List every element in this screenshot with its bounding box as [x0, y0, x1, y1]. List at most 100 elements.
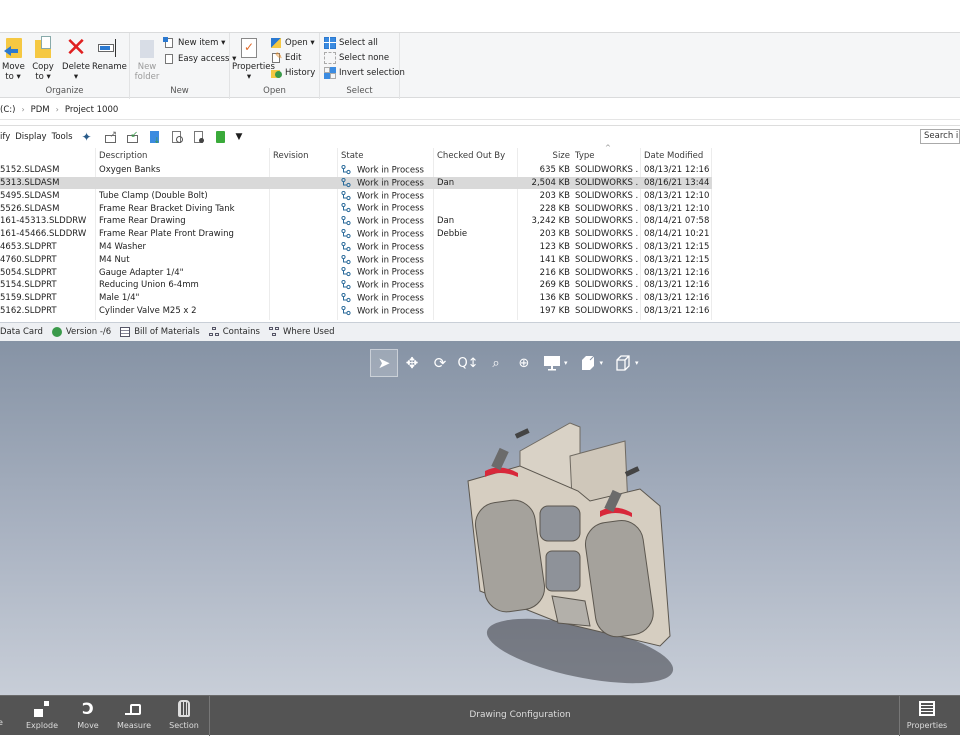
- move-to-button[interactable]: Move to ▾: [2, 36, 25, 82]
- preview-icon[interactable]: [192, 130, 206, 144]
- search-input[interactable]: Search in: [920, 129, 960, 144]
- rotate-tool-button[interactable]: ⟳: [426, 349, 454, 377]
- file-state: Work in Process: [341, 190, 433, 201]
- table-row[interactable]: 5495.SLDASM Tube Clamp (Double Bolt) Work …: [0, 190, 712, 203]
- file-name: 161-45313.SLDDRW: [0, 216, 87, 227]
- properties-panel-button[interactable]: Properties: [902, 700, 952, 730]
- check-out-icon[interactable]: ↗: [104, 130, 118, 144]
- menu-display[interactable]: Display: [15, 132, 46, 142]
- delete-button[interactable]: ✕ Delete ▾: [62, 35, 90, 82]
- zoom-fit-icon: ⊕: [518, 355, 530, 371]
- group-label-organize: Organize: [45, 86, 84, 96]
- file-size: 203 KB: [539, 229, 570, 240]
- table-row[interactable]: 4653.SLDPRT M4 Washer Work in Process 123 K…: [0, 241, 712, 254]
- toolbar-overflow-icon[interactable]: ▼: [236, 130, 250, 144]
- table-row[interactable]: 161-45466.SLDDRW Frame Rear Plate Front D…: [0, 228, 712, 241]
- workflow-state-icon: [341, 229, 351, 239]
- rename-label: Rename: [92, 62, 127, 72]
- properties-panel-label: Properties: [906, 721, 948, 730]
- 3d-viewer[interactable]: ➤ ✥ ⟳ Q↕ ⌕ ⊕ ▾ ▾ ▾: [0, 341, 960, 696]
- zoom-icon: Q↕: [457, 355, 479, 371]
- properties-dropdown: ▾: [246, 72, 252, 82]
- rotate-icon: ⟳: [433, 354, 447, 372]
- select-tool-button[interactable]: ➤: [370, 349, 398, 377]
- group-label-new: New: [170, 86, 189, 96]
- change-state-icon[interactable]: [214, 130, 228, 144]
- open-button[interactable]: Open ▾: [270, 36, 315, 50]
- table-row[interactable]: 5526.SLDASM Frame Rear Bracket Diving Tan…: [0, 202, 712, 215]
- select-none-button[interactable]: Select none: [324, 51, 389, 65]
- file-name: 5313.SLDASM: [0, 178, 60, 189]
- new-item-button[interactable]: New item ▾: [163, 36, 225, 50]
- zoom-fit-button[interactable]: ⊕: [510, 349, 538, 377]
- breadcrumb-pdm[interactable]: PDM: [31, 105, 50, 115]
- zoom-tool-button[interactable]: Q↕: [454, 349, 482, 377]
- copy-to-button[interactable]: Copy to ▾: [30, 36, 56, 82]
- table-row[interactable]: 5162.SLDPRT Cylinder Valve M25 x 2 Work in…: [0, 305, 712, 318]
- table-row[interactable]: 5154.SLDPRT Reducing Union 6-4mm Work in P…: [0, 279, 712, 292]
- view-orientation-button[interactable]: [609, 349, 637, 377]
- table-row[interactable]: 5159.SLDPRT Male 1/4" Work in Process 136 K…: [0, 292, 712, 305]
- properties-label: Properties: [232, 62, 275, 72]
- table-row[interactable]: 5152.SLDASM Oxygen Banks Work in Process 63…: [0, 164, 712, 177]
- configuration-name[interactable]: Drawing Configuration: [0, 710, 900, 720]
- menu-modify[interactable]: ify: [0, 132, 10, 142]
- column-header-description[interactable]: Description: [99, 151, 269, 161]
- table-row[interactable]: 161-45313.SLDDRW Frame Rear Drawing Work i…: [0, 215, 712, 228]
- new-folder-button[interactable]: New folder: [134, 36, 160, 82]
- file-type: SOLIDWORKS ...: [575, 267, 639, 278]
- table-row[interactable]: 5054.SLDPRT Gauge Adapter 1/4" Work in Pro…: [0, 266, 712, 279]
- select-all-button[interactable]: Select all: [324, 36, 378, 50]
- table-row[interactable]: 4760.SLDPRT M4 Nut Work in Process 141 KB SO…: [0, 254, 712, 267]
- new-folder-icon: [136, 36, 158, 60]
- table-row[interactable]: 5313.SLDASM Work in Process Dan 2,504 KB SOL…: [0, 176, 712, 190]
- properties-button[interactable]: ✓ Properties ▾: [232, 36, 275, 82]
- rename-button[interactable]: Rename: [92, 36, 127, 72]
- invert-selection-button[interactable]: Invert selection: [324, 66, 405, 80]
- section-label: Section: [169, 721, 199, 730]
- breadcrumb-project[interactable]: Project 1000: [65, 105, 118, 115]
- column-header-date-modified[interactable]: Date Modified: [644, 151, 710, 161]
- column-header-type[interactable]: Type: [575, 151, 639, 161]
- check-in-icon[interactable]: ↙: [126, 130, 140, 144]
- ribbon-group-select: Select all Select none Invert selection …: [320, 33, 405, 99]
- column-header-checked-out-by[interactable]: Checked Out By: [437, 151, 517, 161]
- move-label: Move: [77, 721, 99, 730]
- state-label: Work in Process: [357, 267, 424, 278]
- open-label: Open ▾: [285, 38, 315, 48]
- tab-contains[interactable]: Contains: [208, 327, 260, 337]
- zoom-area-button[interactable]: ⌕: [482, 349, 510, 377]
- file-type: SOLIDWORKS ...: [575, 190, 639, 201]
- file-type: SOLIDWORKS ...: [575, 216, 639, 227]
- tab-bill-of-materials[interactable]: Bill of Materials: [120, 327, 200, 337]
- 3d-model[interactable]: [440, 411, 680, 691]
- tab-label: Where Used: [282, 327, 335, 337]
- column-header-revision[interactable]: Revision: [273, 151, 337, 161]
- history-button[interactable]: History: [270, 66, 315, 80]
- new-item-label: New item ▾: [178, 38, 226, 48]
- tab-where-used[interactable]: Where Used: [268, 327, 335, 337]
- copy-to-label: Copy: [32, 62, 54, 72]
- tab-version[interactable]: Version -/6: [51, 327, 111, 337]
- file-name: 5054.SLDPRT: [0, 267, 57, 278]
- address-bar[interactable]: (C:) › PDM › Project 1000: [0, 100, 960, 120]
- section-view-button[interactable]: [574, 349, 602, 377]
- edit-button[interactable]: ✎ Edit: [270, 51, 301, 65]
- undo-checkout-icon[interactable]: [170, 130, 184, 144]
- pan-tool-button[interactable]: ✥: [398, 349, 426, 377]
- menu-tools[interactable]: Tools: [52, 132, 73, 142]
- breadcrumb-drive[interactable]: (C:): [0, 105, 15, 115]
- column-header-state[interactable]: State: [341, 151, 433, 161]
- state-label: Work in Process: [357, 306, 424, 317]
- easy-access-button[interactable]: Easy access ▾: [163, 52, 236, 66]
- pdm-toolbar: ify Display Tools ✦ ↗ ↙ ↓ ▼ Search in: [0, 125, 960, 147]
- file-state: Work in Process: [341, 293, 433, 304]
- tab-data-card[interactable]: Data Card: [0, 327, 43, 337]
- ribbon-group-open: ✓ Properties ▾ Open ▾ ✎ Edit History Ope…: [230, 33, 320, 99]
- column-header-size[interactable]: Size: [520, 151, 570, 161]
- contains-icon: [208, 327, 219, 337]
- get-latest-icon[interactable]: ↓: [148, 130, 162, 145]
- display-style-button[interactable]: [538, 349, 566, 377]
- pin-icon[interactable]: ✦: [82, 130, 96, 144]
- cube-icon: [616, 355, 630, 371]
